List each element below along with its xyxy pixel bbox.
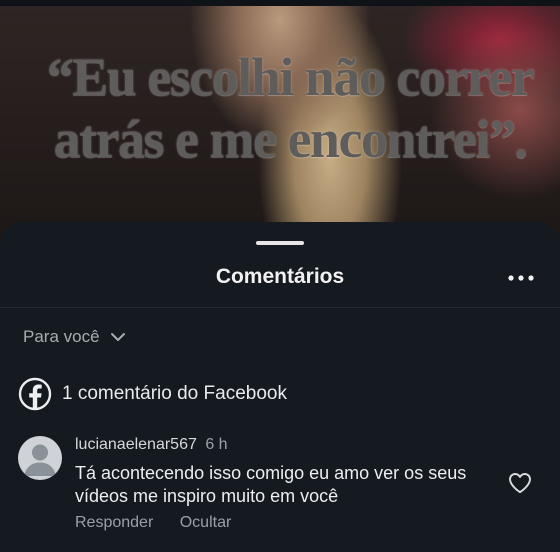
- avatar[interactable]: [18, 436, 62, 480]
- status-strip: [0, 0, 560, 6]
- screen: “Eu escolhi não correr atrás e me encont…: [0, 0, 560, 552]
- video-quote-text: “Eu escolhi não correr atrás e me encont…: [46, 47, 535, 169]
- comment-actions: Responder Ocultar: [75, 514, 231, 532]
- comment-text: Tá acontecendo isso comigo eu amo ver os…: [75, 463, 467, 506]
- hide-button[interactable]: Ocultar: [180, 514, 232, 531]
- drag-handle[interactable]: [256, 241, 304, 245]
- chevron-down-icon: [110, 333, 125, 341]
- sort-filter-label: Para você: [23, 327, 100, 346]
- sheet-title: Comentários: [215, 265, 345, 288]
- facebook-comments-label: 1 comentário do Facebook: [62, 383, 287, 404]
- sort-filter-dropdown[interactable]: Para você: [23, 327, 126, 347]
- header-divider: [0, 307, 560, 308]
- comment-timestamp: 6 h: [205, 436, 228, 453]
- comment-username[interactable]: lucianaelenar567: [75, 436, 197, 453]
- heart-icon[interactable]: [508, 472, 532, 494]
- more-horizontal-icon[interactable]: [507, 274, 535, 282]
- comments-sheet: Comentários Para você 1 comentário do Fa…: [0, 222, 560, 552]
- reply-button[interactable]: Responder: [75, 514, 153, 531]
- video-background[interactable]: “Eu escolhi não correr atrás e me encont…: [0, 0, 560, 250]
- comment-header: lucianaelenar567 6 h: [75, 436, 228, 454]
- facebook-icon: [18, 377, 52, 411]
- default-avatar-icon: [24, 444, 56, 476]
- facebook-comments-row[interactable]: 1 comentário do Facebook: [18, 377, 287, 411]
